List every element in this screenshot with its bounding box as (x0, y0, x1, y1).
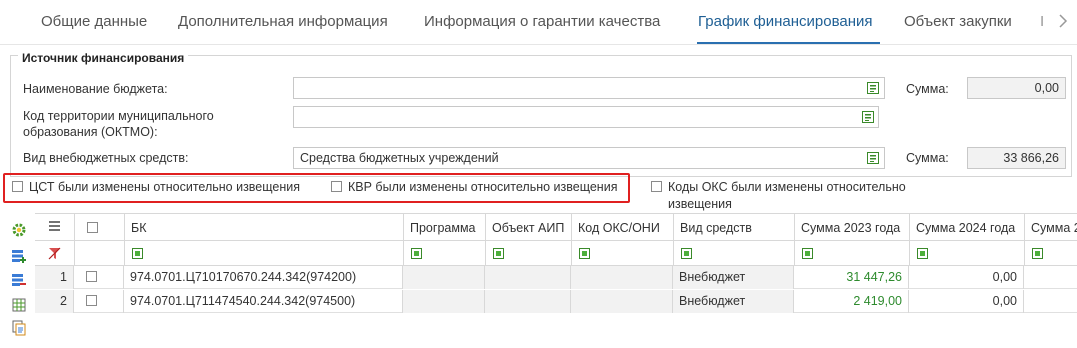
calc-icon[interactable] (11, 297, 27, 313)
kvr-changed-checkbox[interactable]: КВР были изменены относительно извещения (331, 180, 617, 194)
column-header-sum2024[interactable]: Сумма 2024 года (909, 213, 1024, 241)
offbudget-field[interactable]: Средства бюджетных учреждений (293, 147, 885, 169)
copy-icon[interactable] (11, 320, 27, 336)
column-header-sum2025[interactable]: Сумма 2 (1024, 213, 1077, 241)
bk-cell[interactable]: 974.0701.Ц711474540.244.342(974500) (124, 290, 403, 313)
oks-changed-checkbox[interactable]: Коды ОКС были изменены относительно (651, 180, 906, 194)
lookup-icon[interactable] (861, 110, 875, 124)
program-cell[interactable] (403, 266, 485, 289)
oks-cell[interactable] (571, 266, 673, 289)
delete-row-icon[interactable] (11, 272, 27, 288)
budget-name-field[interactable] (293, 77, 885, 99)
filter-icon[interactable] (579, 248, 590, 259)
filter-program[interactable] (403, 241, 485, 266)
tab-bar: Общие данные Дополнительная информация И… (0, 0, 1077, 44)
sum2024-cell[interactable]: 0,00 (909, 290, 1024, 313)
offbudget-sum-field: 33 866,26 (967, 147, 1066, 169)
filter-icon[interactable] (1032, 248, 1043, 259)
filter-icon[interactable] (917, 248, 928, 259)
row-number: 1 (35, 266, 74, 289)
column-header-program[interactable]: Программа (403, 213, 485, 241)
sum-label: Сумма: (906, 82, 949, 96)
offbudget-label: Вид внебюджетных средств: (23, 151, 189, 165)
oktmo-field[interactable] (293, 106, 879, 128)
lookup-icon[interactable] (866, 151, 880, 165)
filter-aip[interactable] (485, 241, 571, 266)
oks-changed-label-cont: извещения (668, 197, 732, 211)
tab-financing-schedule[interactable]: График финансирования (698, 13, 873, 30)
filter-cell (74, 241, 124, 266)
filter-icon[interactable] (802, 248, 813, 259)
oktmo-label: Код территории муниципального образовани… (23, 109, 214, 139)
clear-filter-cell[interactable] (35, 241, 74, 266)
filter-sum2024[interactable] (909, 241, 1024, 266)
checkbox[interactable] (331, 181, 342, 192)
row-number: 2 (35, 290, 74, 313)
menu-icon[interactable] (49, 221, 60, 231)
oks-changed-label: Коды ОКС были изменены относительно (668, 180, 906, 194)
column-header-oks[interactable]: Код ОКС/ОНИ (571, 213, 673, 241)
filter-oks[interactable] (571, 241, 673, 266)
clear-filter-icon[interactable] (48, 247, 61, 260)
filter-sum2023[interactable] (794, 241, 909, 266)
row-select-cell[interactable] (74, 266, 124, 289)
tab-general[interactable]: Общие данные (41, 13, 147, 30)
column-header-bk[interactable]: БК (124, 213, 403, 241)
filter-sum2025[interactable] (1024, 241, 1077, 266)
filter-icon[interactable] (681, 248, 692, 259)
filter-funds[interactable] (673, 241, 794, 266)
column-header-funds[interactable]: Вид средств (673, 213, 794, 241)
oks-cell[interactable] (571, 290, 673, 313)
kvr-changed-label: КВР были изменены относительно извещения (348, 180, 618, 194)
checkbox[interactable] (12, 181, 23, 192)
bk-cell[interactable]: 974.0701.Ц710170670.244.342(974200) (124, 266, 403, 289)
row-checkbox[interactable] (86, 295, 97, 306)
table-row[interactable]: 1 974.0701.Ц710170670.244.342(974200) Вн… (35, 266, 1077, 289)
cst-changed-checkbox[interactable]: ЦСТ были изменены относительно извещения (12, 180, 300, 194)
grid-select-all-cell[interactable] (74, 213, 124, 241)
chevron-right-icon[interactable] (1058, 14, 1068, 28)
column-header-aip[interactable]: Объект АИП (485, 213, 571, 241)
filter-icon[interactable] (493, 248, 504, 259)
group-title: Источник финансирования (18, 51, 189, 65)
tab-quality-guarantee[interactable]: Информация о гарантии качества (424, 13, 660, 30)
sum-label: Сумма: (906, 151, 949, 165)
budget-sum-field: 0,00 (967, 77, 1066, 99)
table-row[interactable]: 2 974.0701.Ц711474540.244.342(974500) Вн… (35, 290, 1077, 313)
filter-icon[interactable] (411, 248, 422, 259)
tab-additional-info[interactable]: Дополнительная информация (178, 13, 388, 30)
checkbox[interactable] (651, 181, 662, 192)
financing-grid: БК Программа Объект АИП Код ОКС/ОНИ Вид … (35, 213, 1077, 348)
row-checkbox[interactable] (86, 271, 97, 282)
column-header-sum2023[interactable]: Сумма 2023 года (794, 213, 909, 241)
sum2023-cell[interactable]: 31 447,26 (794, 266, 909, 289)
aip-cell[interactable] (485, 290, 571, 313)
filter-icon[interactable] (132, 248, 143, 259)
sum2024-cell[interactable]: 0,00 (909, 266, 1024, 289)
program-cell[interactable] (403, 290, 485, 313)
cst-changed-label: ЦСТ были изменены относительно извещения (29, 180, 300, 194)
filter-bk[interactable] (124, 241, 403, 266)
add-row-icon[interactable] (11, 248, 27, 264)
select-all-checkbox[interactable] (87, 222, 98, 233)
settings-icon[interactable] (11, 222, 27, 238)
funds-cell[interactable]: Внебюджет (673, 266, 794, 289)
aip-cell[interactable] (485, 266, 571, 289)
tab-overflow[interactable]: І (1040, 13, 1044, 30)
grid-menu-cell[interactable] (35, 213, 74, 241)
tab-purchase-object[interactable]: Объект закупки (904, 13, 1012, 30)
tab-divider (0, 44, 1077, 45)
row-select-cell[interactable] (74, 290, 124, 313)
funds-cell[interactable]: Внебюджет (673, 290, 794, 313)
budget-name-label: Наименование бюджета: (23, 82, 168, 96)
lookup-icon[interactable] (866, 81, 880, 95)
sum2023-cell[interactable]: 2 419,00 (794, 290, 909, 313)
